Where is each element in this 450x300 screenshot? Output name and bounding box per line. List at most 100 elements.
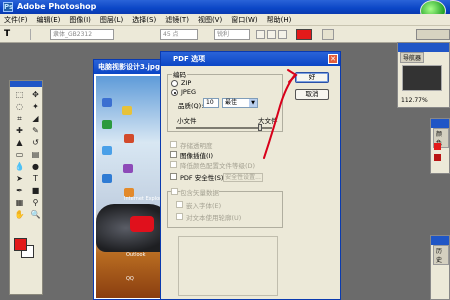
- notes-tool-icon[interactable]: ▦: [12, 197, 27, 208]
- font-family-select[interactable]: 隶体_GB2312: [50, 29, 114, 40]
- navigator-tab[interactable]: 导航器: [400, 52, 425, 63]
- font-size-select[interactable]: 45 点: [160, 29, 198, 40]
- eyedropper-tool-icon[interactable]: ⚲: [28, 197, 43, 208]
- path-select-tool-icon[interactable]: ➤: [12, 173, 27, 184]
- align-center-icon[interactable]: [267, 30, 276, 39]
- hand-tool-icon[interactable]: ✋: [12, 209, 27, 220]
- app-title-bar: Ps Adobe Photoshop: [0, 0, 450, 14]
- menu-filter[interactable]: 滤镜(T): [165, 15, 189, 25]
- dialog-title: PDF 选项: [173, 55, 206, 63]
- antialias-select[interactable]: 锐利: [214, 29, 250, 40]
- dodge-tool-icon[interactable]: ●: [28, 161, 43, 172]
- align-right-icon[interactable]: [278, 30, 287, 39]
- menu-image[interactable]: 图像(I): [69, 15, 91, 25]
- menu-view[interactable]: 视图(V): [198, 15, 222, 25]
- include-vector-label: 包含矢量数据: [180, 187, 219, 197]
- panel-well[interactable]: [416, 29, 450, 40]
- history-brush-tool-icon[interactable]: ↺: [28, 137, 43, 148]
- quality-label: 品质(Q):: [178, 102, 204, 110]
- brush-tool-icon[interactable]: ✎: [28, 125, 43, 136]
- embed-fonts-checkbox[interactable]: [176, 201, 183, 208]
- desktop-icon: [102, 174, 112, 183]
- panel-header: [398, 43, 449, 52]
- dialog-title-bar: PDF 选项 ✕: [161, 52, 340, 66]
- small-file-label: 小文件: [177, 117, 197, 125]
- image-interpolation-label: 图像插值(I): [180, 152, 213, 160]
- crop-tool-icon[interactable]: ⌗: [12, 113, 27, 124]
- zoom-level[interactable]: 112.77%: [401, 97, 428, 104]
- photoshop-logo-icon: Ps: [3, 2, 14, 12]
- move-tool-icon[interactable]: ✥: [28, 89, 43, 100]
- zoom-tool-icon[interactable]: 🔍: [28, 209, 43, 220]
- color-panel-swatch[interactable]: [434, 154, 441, 161]
- image-interpolation-checkbox[interactable]: [170, 151, 177, 158]
- outline-text-checkbox[interactable]: [176, 213, 183, 220]
- quality-preset-select[interactable]: 最佳 ▼: [222, 98, 258, 108]
- desktop-icon: [102, 146, 112, 155]
- menu-edit[interactable]: 编辑(E): [37, 15, 61, 25]
- text-color-swatch[interactable]: [296, 29, 312, 40]
- downsample-checkbox[interactable]: [170, 161, 177, 168]
- desktop-icon-label: Outlook: [126, 252, 146, 258]
- save-transparency-checkbox[interactable]: [170, 141, 177, 148]
- options-bar: T 隶体_GB2312 45 点 锐利: [0, 26, 450, 43]
- desktop-icon: [124, 134, 134, 143]
- history-panel: 历史: [430, 235, 450, 300]
- text-tool-icon[interactable]: T: [4, 29, 10, 39]
- pdf-security-label: PDF 安全性(S): [180, 174, 224, 182]
- close-icon[interactable]: ✕: [328, 54, 338, 64]
- menu-file[interactable]: 文件(F): [4, 15, 28, 25]
- type-tool-icon[interactable]: T: [28, 173, 43, 184]
- blur-tool-icon[interactable]: 💧: [12, 161, 27, 172]
- save-transparency-label: 存储透明度: [180, 142, 213, 150]
- menu-select[interactable]: 选择(S): [132, 15, 156, 25]
- pdf-security-checkbox[interactable]: [170, 173, 177, 180]
- pen-tool-icon[interactable]: ✒: [12, 185, 27, 196]
- eraser-tool-icon[interactable]: ▭: [12, 149, 27, 160]
- desktop-icon-label: QQ: [126, 276, 134, 282]
- desktop-icon: [102, 120, 112, 129]
- menubar: 文件(F) 编辑(E) 图像(I) 图层(L) 选择(S) 滤镜(T) 视图(V…: [0, 14, 450, 26]
- navigator-thumbnail[interactable]: [402, 65, 442, 91]
- include-vector-checkbox[interactable]: [171, 188, 178, 195]
- panel-header: [431, 236, 449, 245]
- toolbox: ⬚ ✥ ◌ ✦ ⌗ ◢ ✚ ✎ ▲ ↺ ▭ ▤ 💧 ● ➤ T ✒ ■ ▦ ⚲ …: [9, 80, 43, 295]
- red-scribble-mark: [130, 216, 154, 232]
- app-title: Adobe Photoshop: [17, 2, 97, 11]
- align-left-icon[interactable]: [256, 30, 265, 39]
- menu-help[interactable]: 帮助(H): [267, 15, 292, 25]
- navigator-panel: 导航器 112.77%: [397, 42, 450, 108]
- ok-button[interactable]: 好: [295, 72, 329, 83]
- healing-tool-icon[interactable]: ✚: [12, 125, 27, 136]
- zip-radio[interactable]: [171, 80, 178, 87]
- cancel-button[interactable]: 取消: [295, 89, 329, 100]
- chevron-down-icon: ▼: [249, 99, 257, 107]
- shape-tool-icon[interactable]: ■: [28, 185, 43, 196]
- slice-tool-icon[interactable]: ◢: [28, 113, 43, 124]
- history-tab[interactable]: 历史: [433, 245, 449, 265]
- menu-window[interactable]: 窗口(W): [231, 15, 257, 25]
- options-separator: [30, 29, 31, 40]
- quality-slider-thumb[interactable]: [258, 124, 262, 131]
- downsample-label: 降低颜色配置文件等级(D): [180, 162, 256, 170]
- outline-text-label: 对文本使用轮廓(U): [186, 214, 242, 222]
- magic-wand-tool-icon[interactable]: ✦: [28, 101, 43, 112]
- quality-preset-value: 最佳: [225, 99, 238, 106]
- desktop-icon: [123, 164, 133, 173]
- foreground-color-swatch[interactable]: [14, 238, 27, 251]
- gradient-tool-icon[interactable]: ▤: [28, 149, 43, 160]
- security-settings-button[interactable]: 安全性设置...: [223, 173, 263, 182]
- marquee-tool-icon[interactable]: ⬚: [12, 89, 27, 100]
- jpeg-radio[interactable]: [171, 89, 178, 96]
- palette-icon[interactable]: [322, 29, 334, 40]
- panel-header: [431, 119, 449, 128]
- desktop-icon: [102, 98, 112, 107]
- stamp-tool-icon[interactable]: ▲: [12, 137, 27, 148]
- jpeg-label: JPEG: [181, 88, 196, 96]
- dialog-blank-area: [178, 236, 278, 296]
- color-panel-swatch[interactable]: [434, 143, 441, 150]
- lasso-tool-icon[interactable]: ◌: [12, 101, 27, 112]
- embed-fonts-label: 嵌入字体(E): [186, 202, 222, 210]
- menu-layer[interactable]: 图层(L): [100, 15, 123, 25]
- quality-value-input[interactable]: 10: [203, 98, 219, 108]
